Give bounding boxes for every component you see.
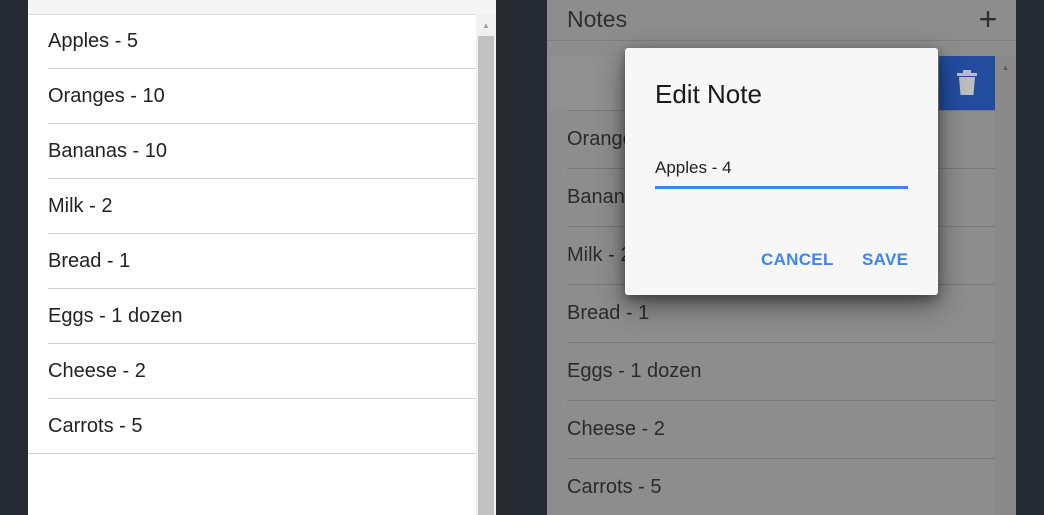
scroll-up-arrow-icon[interactable]: ▲ xyxy=(995,56,1016,78)
list-item[interactable]: Eggs - 1 dozen xyxy=(48,289,476,344)
page-title: Notes xyxy=(567,6,628,32)
dialog-title: Edit Note xyxy=(655,79,762,109)
list-item[interactable]: Carrots - 5 xyxy=(567,458,995,515)
delete-button[interactable] xyxy=(939,56,995,110)
list-item[interactable]: Cheese - 2 xyxy=(48,344,476,399)
notes-list: Apples - 5 Oranges - 10 Bananas - 10 Mil… xyxy=(28,14,476,454)
note-input[interactable] xyxy=(655,150,908,189)
list-item[interactable]: Carrots - 5 xyxy=(28,399,476,454)
scrollbar[interactable]: ▲ xyxy=(476,14,496,515)
list-item[interactable]: Oranges - 10 xyxy=(48,69,476,124)
scrollbar[interactable]: ▲ xyxy=(995,56,1016,515)
save-button[interactable]: SAVE xyxy=(862,250,908,270)
scroll-up-arrow-icon[interactable]: ▲ xyxy=(476,14,496,36)
list-item[interactable]: Bread - 1 xyxy=(48,234,476,289)
list-item[interactable]: Eggs - 1 dozen xyxy=(567,342,995,400)
window-top-bar xyxy=(28,0,496,15)
list-item[interactable]: Bananas - 10 xyxy=(48,124,476,179)
left-notes-window: Apples - 5 Oranges - 10 Bananas - 10 Mil… xyxy=(28,0,496,515)
list-item[interactable]: Milk - 2 xyxy=(48,179,476,234)
app-header: Notes + xyxy=(547,0,1016,41)
list-item[interactable]: Apples - 5 xyxy=(48,14,476,69)
scrollbar-thumb[interactable] xyxy=(478,36,494,515)
edit-note-dialog: Edit Note CANCEL SAVE xyxy=(625,48,938,295)
list-item[interactable]: Cheese - 2 xyxy=(567,400,995,458)
plus-icon[interactable]: + xyxy=(975,2,1001,36)
cancel-button[interactable]: CANCEL xyxy=(761,250,834,270)
trash-icon xyxy=(957,70,977,95)
